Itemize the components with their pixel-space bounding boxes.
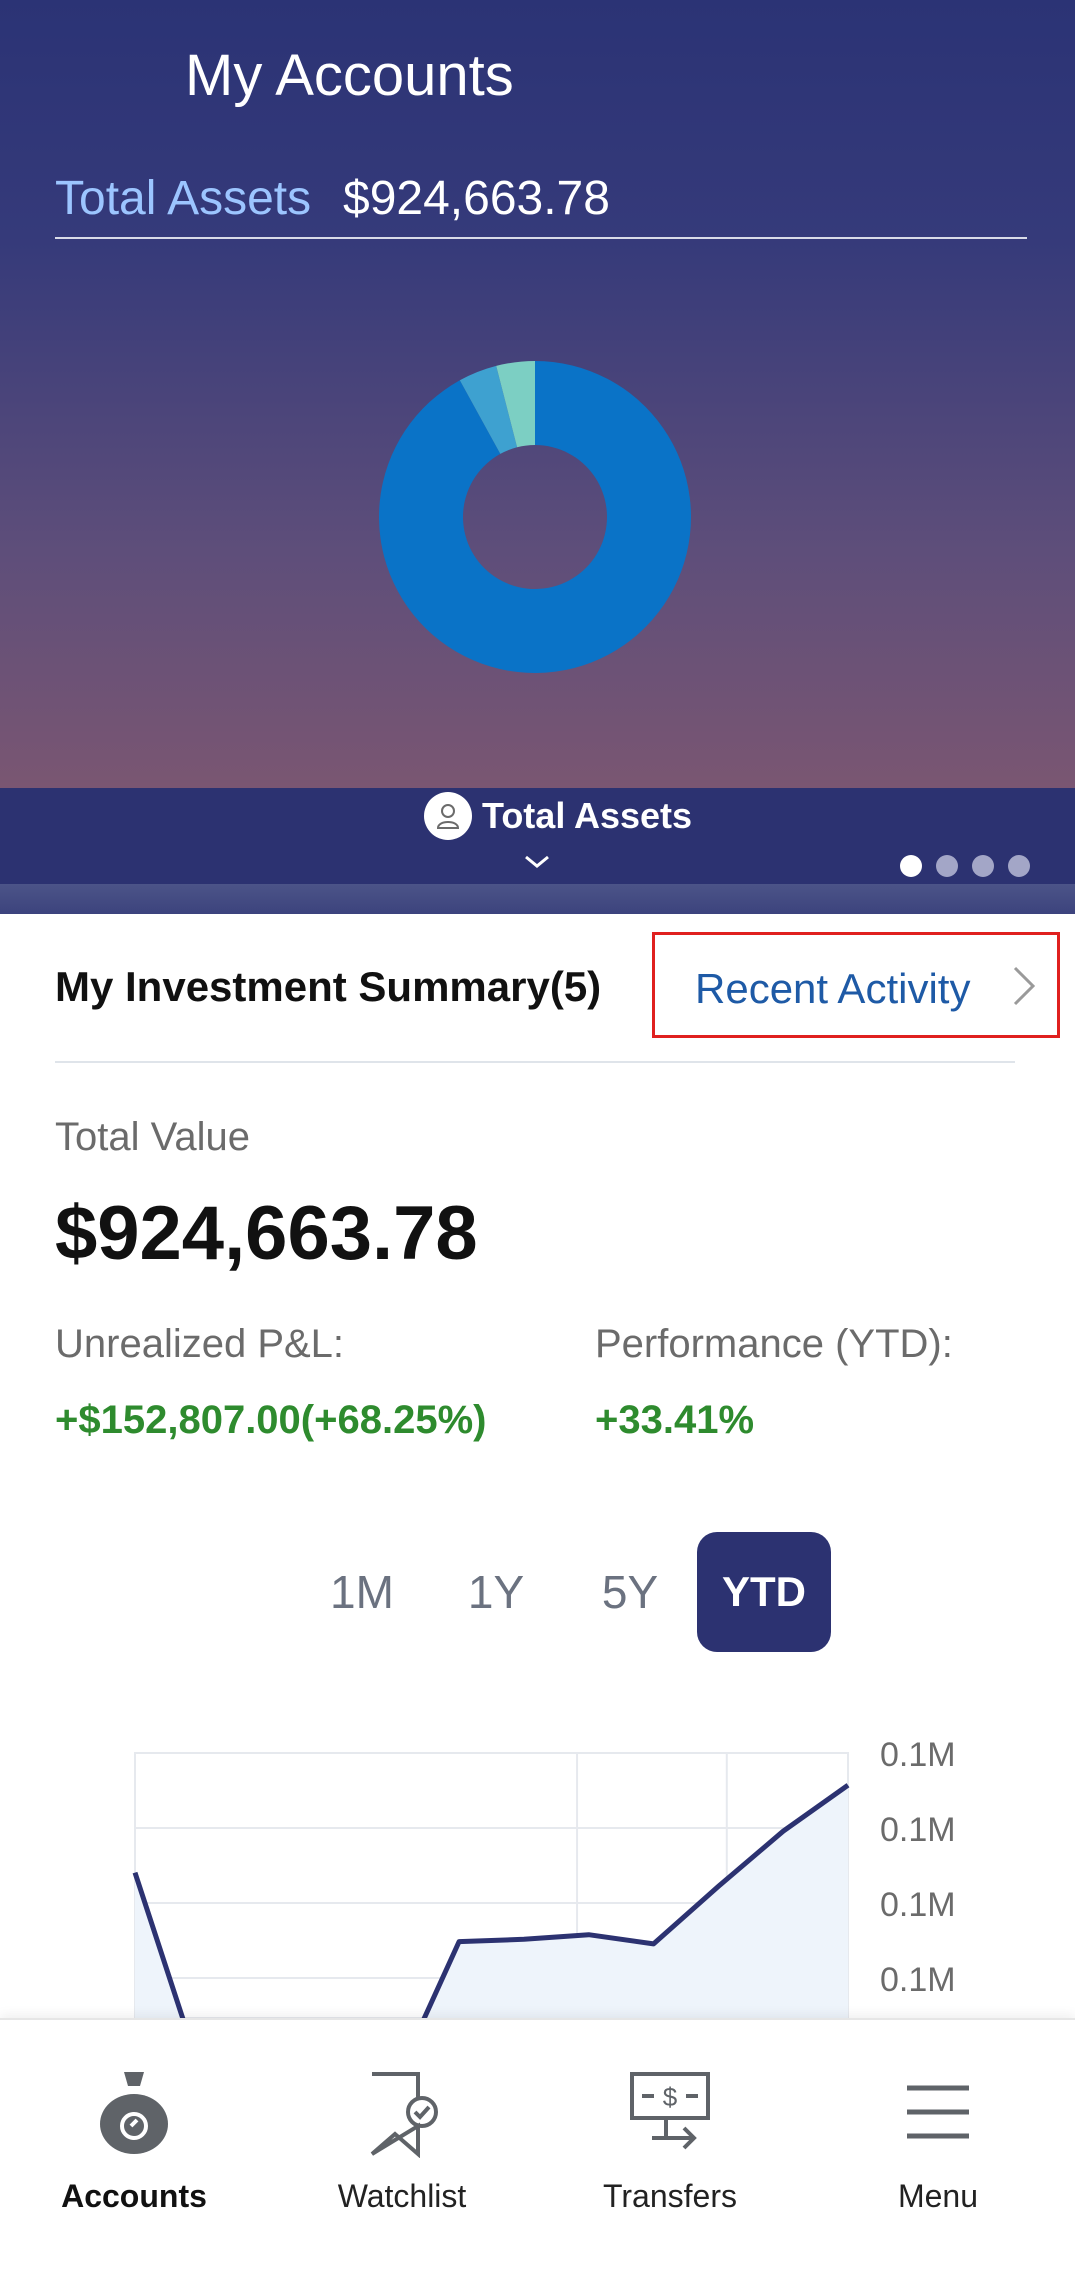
chart-y-tick-label: 0.1M (880, 1886, 956, 1924)
chart-y-tick-label: 0.1M (880, 1961, 956, 1999)
bookmark-check-icon (370, 2072, 438, 2158)
bottom-navigation: Accounts Watchlist $ Transfers Menu (0, 2018, 1075, 2289)
investment-summary-title: My Investment Summary(5) (55, 963, 602, 1010)
chevron-right-icon (1013, 966, 1036, 1006)
period-5y-button[interactable]: 5Y (563, 1532, 697, 1652)
total-value-label: Total Value (55, 1115, 250, 1159)
unrealized-pl-label: Unrealized P&L: (55, 1322, 345, 1366)
chart-y-tick-label: 0.1M (880, 1736, 956, 1774)
total-assets-tab-label: Total Assets (482, 795, 693, 836)
total-assets-row: Total Assets $924,663.78 (55, 165, 1027, 239)
carousel-dot[interactable] (972, 855, 994, 877)
recent-activity-label: Recent Activity (695, 965, 971, 1012)
total-value: $924,663.78 (55, 1191, 478, 1276)
total-assets-label: Total Assets (55, 172, 312, 225)
svg-text:$: $ (663, 2082, 678, 2112)
hamburger-icon (907, 2085, 969, 2139)
chart-area-fill (135, 1785, 848, 2018)
performance-label: Performance (YTD): (595, 1322, 953, 1366)
nav-menu[interactable]: Menu (804, 2020, 1072, 2289)
carousel-dot[interactable] (1008, 855, 1030, 877)
page-title: My Accounts (185, 43, 514, 108)
user-icon (424, 792, 472, 840)
total-assets-tab[interactable]: Total Assets (424, 790, 692, 842)
nav-menu-label: Menu (897, 2178, 979, 2214)
nav-accounts-label: Accounts (61, 2178, 207, 2214)
nav-accounts[interactable]: Accounts (0, 2020, 268, 2289)
recent-activity-link[interactable]: Recent Activity (652, 932, 1060, 1038)
nav-watchlist[interactable]: Watchlist (268, 2020, 536, 2289)
carousel-dots[interactable] (900, 855, 1030, 877)
transfer-icon: $ (630, 2072, 710, 2150)
carousel-bar-shadow (0, 884, 1075, 914)
nav-transfers-label: Transfers (603, 2178, 737, 2214)
chevron-down-icon[interactable] (522, 852, 552, 872)
chart-y-tick-label: 0.1M (880, 1811, 956, 1849)
period-1m-button[interactable]: 1M (295, 1532, 429, 1652)
nav-transfers[interactable]: $ Transfers (536, 2020, 804, 2289)
accounts-header: My Accounts Total Assets $924,663.78 (0, 0, 1075, 788)
period-1y-button[interactable]: 1Y (429, 1532, 563, 1652)
period-ytd-button[interactable]: YTD (697, 1532, 831, 1652)
money-bag-icon (100, 2072, 168, 2154)
summary-divider (55, 1061, 1015, 1063)
performance-value: +33.41% (595, 1398, 755, 1442)
carousel-dot[interactable] (936, 855, 958, 877)
performance-chart[interactable]: 0.1M 0.1M 0.1M 0.1M (0, 1700, 1075, 2018)
total-assets-value: $924,663.78 (343, 172, 610, 225)
unrealized-pl-value: +$152,807.00(+68.25%) (55, 1398, 487, 1442)
nav-watchlist-label: Watchlist (337, 2178, 467, 2214)
period-selector: 1M 1Y 5Y YTD (295, 1532, 831, 1652)
asset-allocation-donut-chart[interactable] (375, 357, 695, 677)
carousel-dot[interactable] (900, 855, 922, 877)
